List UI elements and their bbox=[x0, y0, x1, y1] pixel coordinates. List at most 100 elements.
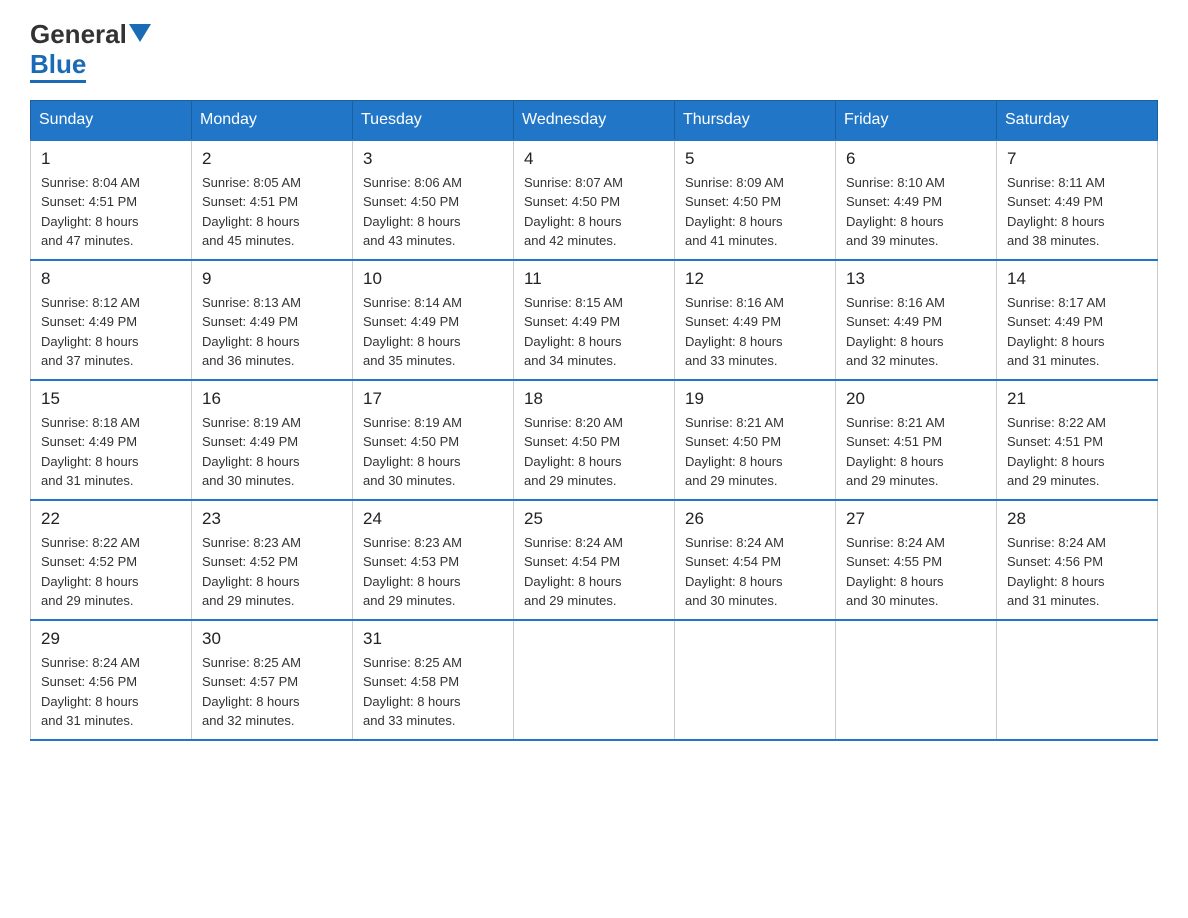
day-info: Sunrise: 8:19 AM Sunset: 4:49 PM Dayligh… bbox=[202, 413, 342, 491]
day-info: Sunrise: 8:23 AM Sunset: 4:53 PM Dayligh… bbox=[363, 533, 503, 611]
day-info: Sunrise: 8:16 AM Sunset: 4:49 PM Dayligh… bbox=[846, 293, 986, 371]
day-info: Sunrise: 8:23 AM Sunset: 4:52 PM Dayligh… bbox=[202, 533, 342, 611]
calendar-day-cell: 20 Sunrise: 8:21 AM Sunset: 4:51 PM Dayl… bbox=[836, 380, 997, 500]
day-number: 7 bbox=[1007, 149, 1147, 169]
page-header: General Blue bbox=[30, 20, 1158, 80]
weekday-header-sunday: Sunday bbox=[31, 100, 192, 140]
calendar-header-row: SundayMondayTuesdayWednesdayThursdayFrid… bbox=[31, 100, 1158, 140]
calendar-week-row: 8 Sunrise: 8:12 AM Sunset: 4:49 PM Dayli… bbox=[31, 260, 1158, 380]
weekday-header-friday: Friday bbox=[836, 100, 997, 140]
day-number: 5 bbox=[685, 149, 825, 169]
calendar-day-cell: 21 Sunrise: 8:22 AM Sunset: 4:51 PM Dayl… bbox=[997, 380, 1158, 500]
day-info: Sunrise: 8:14 AM Sunset: 4:49 PM Dayligh… bbox=[363, 293, 503, 371]
calendar-day-cell bbox=[675, 620, 836, 740]
day-info: Sunrise: 8:24 AM Sunset: 4:54 PM Dayligh… bbox=[685, 533, 825, 611]
calendar-week-row: 15 Sunrise: 8:18 AM Sunset: 4:49 PM Dayl… bbox=[31, 380, 1158, 500]
day-info: Sunrise: 8:25 AM Sunset: 4:57 PM Dayligh… bbox=[202, 653, 342, 731]
calendar-day-cell: 31 Sunrise: 8:25 AM Sunset: 4:58 PM Dayl… bbox=[353, 620, 514, 740]
calendar-day-cell: 17 Sunrise: 8:19 AM Sunset: 4:50 PM Dayl… bbox=[353, 380, 514, 500]
day-info: Sunrise: 8:18 AM Sunset: 4:49 PM Dayligh… bbox=[41, 413, 181, 491]
calendar-day-cell: 7 Sunrise: 8:11 AM Sunset: 4:49 PM Dayli… bbox=[997, 140, 1158, 260]
day-info: Sunrise: 8:04 AM Sunset: 4:51 PM Dayligh… bbox=[41, 173, 181, 251]
day-number: 2 bbox=[202, 149, 342, 169]
calendar-day-cell: 23 Sunrise: 8:23 AM Sunset: 4:52 PM Dayl… bbox=[192, 500, 353, 620]
calendar-day-cell: 8 Sunrise: 8:12 AM Sunset: 4:49 PM Dayli… bbox=[31, 260, 192, 380]
day-number: 29 bbox=[41, 629, 181, 649]
day-info: Sunrise: 8:07 AM Sunset: 4:50 PM Dayligh… bbox=[524, 173, 664, 251]
calendar-day-cell: 4 Sunrise: 8:07 AM Sunset: 4:50 PM Dayli… bbox=[514, 140, 675, 260]
calendar-day-cell: 10 Sunrise: 8:14 AM Sunset: 4:49 PM Dayl… bbox=[353, 260, 514, 380]
day-info: Sunrise: 8:09 AM Sunset: 4:50 PM Dayligh… bbox=[685, 173, 825, 251]
calendar-day-cell: 6 Sunrise: 8:10 AM Sunset: 4:49 PM Dayli… bbox=[836, 140, 997, 260]
day-number: 14 bbox=[1007, 269, 1147, 289]
day-info: Sunrise: 8:16 AM Sunset: 4:49 PM Dayligh… bbox=[685, 293, 825, 371]
calendar-day-cell bbox=[997, 620, 1158, 740]
calendar-day-cell: 25 Sunrise: 8:24 AM Sunset: 4:54 PM Dayl… bbox=[514, 500, 675, 620]
calendar-day-cell: 18 Sunrise: 8:20 AM Sunset: 4:50 PM Dayl… bbox=[514, 380, 675, 500]
day-number: 3 bbox=[363, 149, 503, 169]
calendar-day-cell: 13 Sunrise: 8:16 AM Sunset: 4:49 PM Dayl… bbox=[836, 260, 997, 380]
day-number: 20 bbox=[846, 389, 986, 409]
calendar-day-cell: 26 Sunrise: 8:24 AM Sunset: 4:54 PM Dayl… bbox=[675, 500, 836, 620]
day-number: 10 bbox=[363, 269, 503, 289]
day-number: 4 bbox=[524, 149, 664, 169]
day-number: 8 bbox=[41, 269, 181, 289]
weekday-header-tuesday: Tuesday bbox=[353, 100, 514, 140]
calendar-day-cell: 3 Sunrise: 8:06 AM Sunset: 4:50 PM Dayli… bbox=[353, 140, 514, 260]
day-info: Sunrise: 8:24 AM Sunset: 4:56 PM Dayligh… bbox=[41, 653, 181, 731]
day-number: 15 bbox=[41, 389, 181, 409]
day-number: 25 bbox=[524, 509, 664, 529]
logo-arrow-icon bbox=[129, 24, 151, 46]
calendar-week-row: 22 Sunrise: 8:22 AM Sunset: 4:52 PM Dayl… bbox=[31, 500, 1158, 620]
calendar-day-cell: 2 Sunrise: 8:05 AM Sunset: 4:51 PM Dayli… bbox=[192, 140, 353, 260]
calendar-day-cell: 12 Sunrise: 8:16 AM Sunset: 4:49 PM Dayl… bbox=[675, 260, 836, 380]
day-number: 18 bbox=[524, 389, 664, 409]
day-number: 27 bbox=[846, 509, 986, 529]
day-info: Sunrise: 8:21 AM Sunset: 4:51 PM Dayligh… bbox=[846, 413, 986, 491]
day-info: Sunrise: 8:12 AM Sunset: 4:49 PM Dayligh… bbox=[41, 293, 181, 371]
calendar-day-cell: 28 Sunrise: 8:24 AM Sunset: 4:56 PM Dayl… bbox=[997, 500, 1158, 620]
logo: General Blue bbox=[30, 20, 151, 80]
day-number: 19 bbox=[685, 389, 825, 409]
day-info: Sunrise: 8:15 AM Sunset: 4:49 PM Dayligh… bbox=[524, 293, 664, 371]
day-number: 26 bbox=[685, 509, 825, 529]
calendar-day-cell: 1 Sunrise: 8:04 AM Sunset: 4:51 PM Dayli… bbox=[31, 140, 192, 260]
day-number: 16 bbox=[202, 389, 342, 409]
day-info: Sunrise: 8:22 AM Sunset: 4:52 PM Dayligh… bbox=[41, 533, 181, 611]
day-info: Sunrise: 8:20 AM Sunset: 4:50 PM Dayligh… bbox=[524, 413, 664, 491]
day-number: 31 bbox=[363, 629, 503, 649]
calendar-day-cell: 14 Sunrise: 8:17 AM Sunset: 4:49 PM Dayl… bbox=[997, 260, 1158, 380]
day-number: 17 bbox=[363, 389, 503, 409]
calendar-day-cell: 11 Sunrise: 8:15 AM Sunset: 4:49 PM Dayl… bbox=[514, 260, 675, 380]
day-number: 21 bbox=[1007, 389, 1147, 409]
weekday-header-saturday: Saturday bbox=[997, 100, 1158, 140]
calendar-day-cell: 15 Sunrise: 8:18 AM Sunset: 4:49 PM Dayl… bbox=[31, 380, 192, 500]
calendar-table: SundayMondayTuesdayWednesdayThursdayFrid… bbox=[30, 100, 1158, 741]
day-number: 28 bbox=[1007, 509, 1147, 529]
day-info: Sunrise: 8:25 AM Sunset: 4:58 PM Dayligh… bbox=[363, 653, 503, 731]
calendar-day-cell: 16 Sunrise: 8:19 AM Sunset: 4:49 PM Dayl… bbox=[192, 380, 353, 500]
calendar-day-cell: 9 Sunrise: 8:13 AM Sunset: 4:49 PM Dayli… bbox=[192, 260, 353, 380]
day-number: 6 bbox=[846, 149, 986, 169]
day-number: 13 bbox=[846, 269, 986, 289]
day-info: Sunrise: 8:24 AM Sunset: 4:54 PM Dayligh… bbox=[524, 533, 664, 611]
day-info: Sunrise: 8:24 AM Sunset: 4:56 PM Dayligh… bbox=[1007, 533, 1147, 611]
day-number: 12 bbox=[685, 269, 825, 289]
weekday-header-thursday: Thursday bbox=[675, 100, 836, 140]
day-info: Sunrise: 8:10 AM Sunset: 4:49 PM Dayligh… bbox=[846, 173, 986, 251]
calendar-day-cell: 5 Sunrise: 8:09 AM Sunset: 4:50 PM Dayli… bbox=[675, 140, 836, 260]
day-number: 24 bbox=[363, 509, 503, 529]
day-number: 30 bbox=[202, 629, 342, 649]
weekday-header-monday: Monday bbox=[192, 100, 353, 140]
weekday-header-wednesday: Wednesday bbox=[514, 100, 675, 140]
calendar-day-cell: 22 Sunrise: 8:22 AM Sunset: 4:52 PM Dayl… bbox=[31, 500, 192, 620]
day-number: 11 bbox=[524, 269, 664, 289]
day-info: Sunrise: 8:22 AM Sunset: 4:51 PM Dayligh… bbox=[1007, 413, 1147, 491]
calendar-day-cell: 27 Sunrise: 8:24 AM Sunset: 4:55 PM Dayl… bbox=[836, 500, 997, 620]
calendar-day-cell bbox=[514, 620, 675, 740]
calendar-day-cell: 19 Sunrise: 8:21 AM Sunset: 4:50 PM Dayl… bbox=[675, 380, 836, 500]
day-number: 9 bbox=[202, 269, 342, 289]
calendar-week-row: 29 Sunrise: 8:24 AM Sunset: 4:56 PM Dayl… bbox=[31, 620, 1158, 740]
day-number: 23 bbox=[202, 509, 342, 529]
day-info: Sunrise: 8:24 AM Sunset: 4:55 PM Dayligh… bbox=[846, 533, 986, 611]
